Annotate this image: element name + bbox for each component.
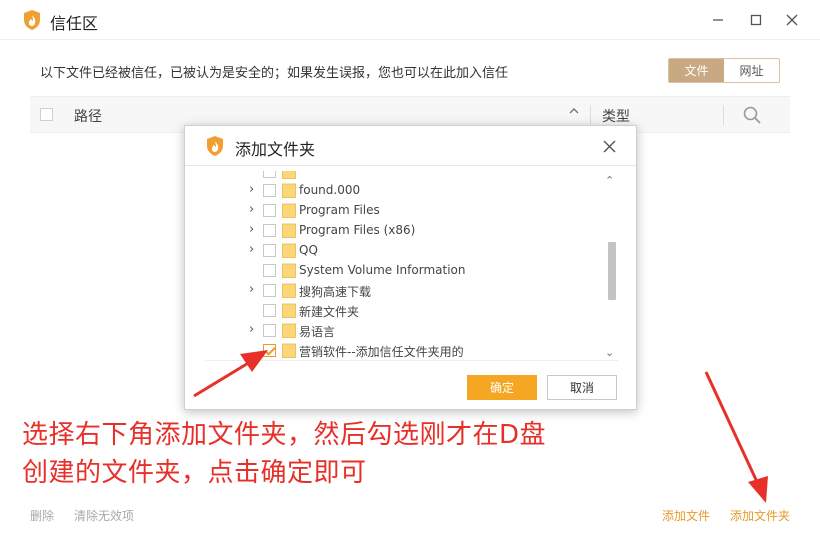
- search-icon[interactable]: [742, 105, 762, 125]
- arrow-to-add-folder: [704, 371, 768, 503]
- folder-label: found.000: [299, 183, 361, 197]
- folder-label: Program Files (x86): [299, 223, 416, 237]
- ok-button[interactable]: 确定: [467, 375, 537, 400]
- scrollbar-thumb[interactable]: [608, 242, 616, 300]
- folder-checkbox[interactable]: [263, 244, 276, 257]
- folder-label: System Volume Information: [299, 263, 466, 277]
- folder-tree[interactable]: › found.000 › Program Files › Program Fi…: [205, 171, 618, 361]
- column-header-type[interactable]: 类型: [602, 106, 630, 126]
- folder-label: Program Files: [299, 203, 380, 217]
- folder-checkbox[interactable]: [263, 184, 276, 197]
- folder-label: 搜狗高速下载: [299, 285, 372, 299]
- clear-invalid-button[interactable]: 清除无效项: [74, 507, 134, 524]
- folder-icon: [282, 323, 296, 338]
- expand-chevron-icon[interactable]: ›: [249, 222, 254, 237]
- scroll-up-icon[interactable]: ⌃: [605, 174, 614, 187]
- delete-button[interactable]: 删除: [30, 507, 54, 524]
- expand-chevron-icon[interactable]: ›: [249, 242, 254, 257]
- file-url-toggle: 文件 网址: [668, 58, 780, 83]
- expand-chevron-icon[interactable]: ›: [249, 202, 254, 217]
- cancel-button[interactable]: 取消: [547, 375, 617, 400]
- tree-row[interactable]: › Program Files: [205, 201, 595, 221]
- tree-row[interactable]: › Program Files (x86): [205, 221, 595, 241]
- folder-checkbox[interactable]: [263, 324, 276, 337]
- expand-chevron-icon[interactable]: ›: [249, 182, 254, 197]
- title-bar: 信任区: [0, 0, 820, 40]
- dialog-title-bar: 添加文件夹: [185, 126, 636, 166]
- expand-chevron-icon[interactable]: ›: [249, 282, 254, 297]
- folder-icon: [282, 203, 296, 218]
- folder-icon: [282, 243, 296, 258]
- folder-icon: [282, 263, 296, 278]
- folder-label: 新建文件夹: [299, 305, 360, 319]
- add-folder-dialog: 添加文件夹 › found.000 › Program Files › Prog…: [184, 125, 637, 410]
- maximize-icon[interactable]: [744, 8, 768, 32]
- scroll-down-icon[interactable]: ⌄: [605, 346, 614, 359]
- tree-row[interactable]: 新建文件夹: [205, 301, 595, 321]
- folder-checkbox[interactable]: [263, 304, 276, 317]
- add-file-button[interactable]: 添加文件: [662, 507, 710, 524]
- expand-chevron-icon[interactable]: ›: [249, 322, 254, 337]
- tree-row[interactable]: › QQ: [205, 241, 595, 261]
- folder-checkbox[interactable]: [263, 224, 276, 237]
- folder-icon: [282, 223, 296, 238]
- folder-icon: [282, 303, 296, 318]
- info-text: 以下文件已经被信任，已被认为是安全的；如果发生误报，您也可以在此加入信任: [40, 66, 509, 81]
- column-header-path[interactable]: 路径: [74, 106, 102, 126]
- tree-row[interactable]: › 搜狗高速下载: [205, 281, 595, 301]
- tree-row[interactable]: › 易语言: [205, 321, 595, 341]
- folder-checkbox[interactable]: [263, 171, 276, 178]
- folder-icon: [282, 183, 296, 198]
- folder-checkbox-checked[interactable]: [263, 344, 276, 357]
- minimize-icon[interactable]: [706, 8, 730, 32]
- dialog-title: 添加文件夹: [235, 140, 316, 159]
- folder-checkbox[interactable]: [263, 204, 276, 217]
- annotation-line-1: 选择右下角添加文件夹，然后勾选刚才在D盘: [22, 420, 547, 450]
- folder-icon: [282, 343, 296, 358]
- folder-checkbox[interactable]: [263, 264, 276, 277]
- tree-row[interactable]: 营销软件--添加信任文件夹用的: [205, 341, 595, 360]
- close-icon[interactable]: [780, 8, 804, 32]
- folder-label: 易语言: [299, 325, 336, 339]
- annotation-line-2: 创建的文件夹，点击确定即可: [22, 458, 367, 488]
- folder-label: QQ: [299, 243, 318, 257]
- shield-flame-logo-icon: [207, 136, 223, 156]
- shield-flame-logo-icon: [24, 10, 40, 30]
- add-folder-button[interactable]: 添加文件夹: [730, 507, 790, 524]
- window-title: 信任区: [50, 14, 99, 33]
- tree-row[interactable]: System Volume Information: [205, 261, 595, 281]
- folder-icon: [282, 171, 296, 179]
- tab-url[interactable]: 网址: [724, 59, 779, 82]
- column-divider: [723, 105, 724, 125]
- tree-row[interactable]: › found.000: [205, 181, 595, 201]
- select-all-checkbox[interactable]: [40, 108, 53, 121]
- dialog-close-icon[interactable]: [599, 136, 619, 156]
- chevron-up-icon[interactable]: [568, 105, 580, 120]
- tab-file[interactable]: 文件: [669, 59, 724, 82]
- column-divider[interactable]: [590, 105, 591, 125]
- folder-label: 营销软件--添加信任文件夹用的: [299, 345, 464, 359]
- folder-icon: [282, 283, 296, 298]
- folder-checkbox[interactable]: [263, 284, 276, 297]
